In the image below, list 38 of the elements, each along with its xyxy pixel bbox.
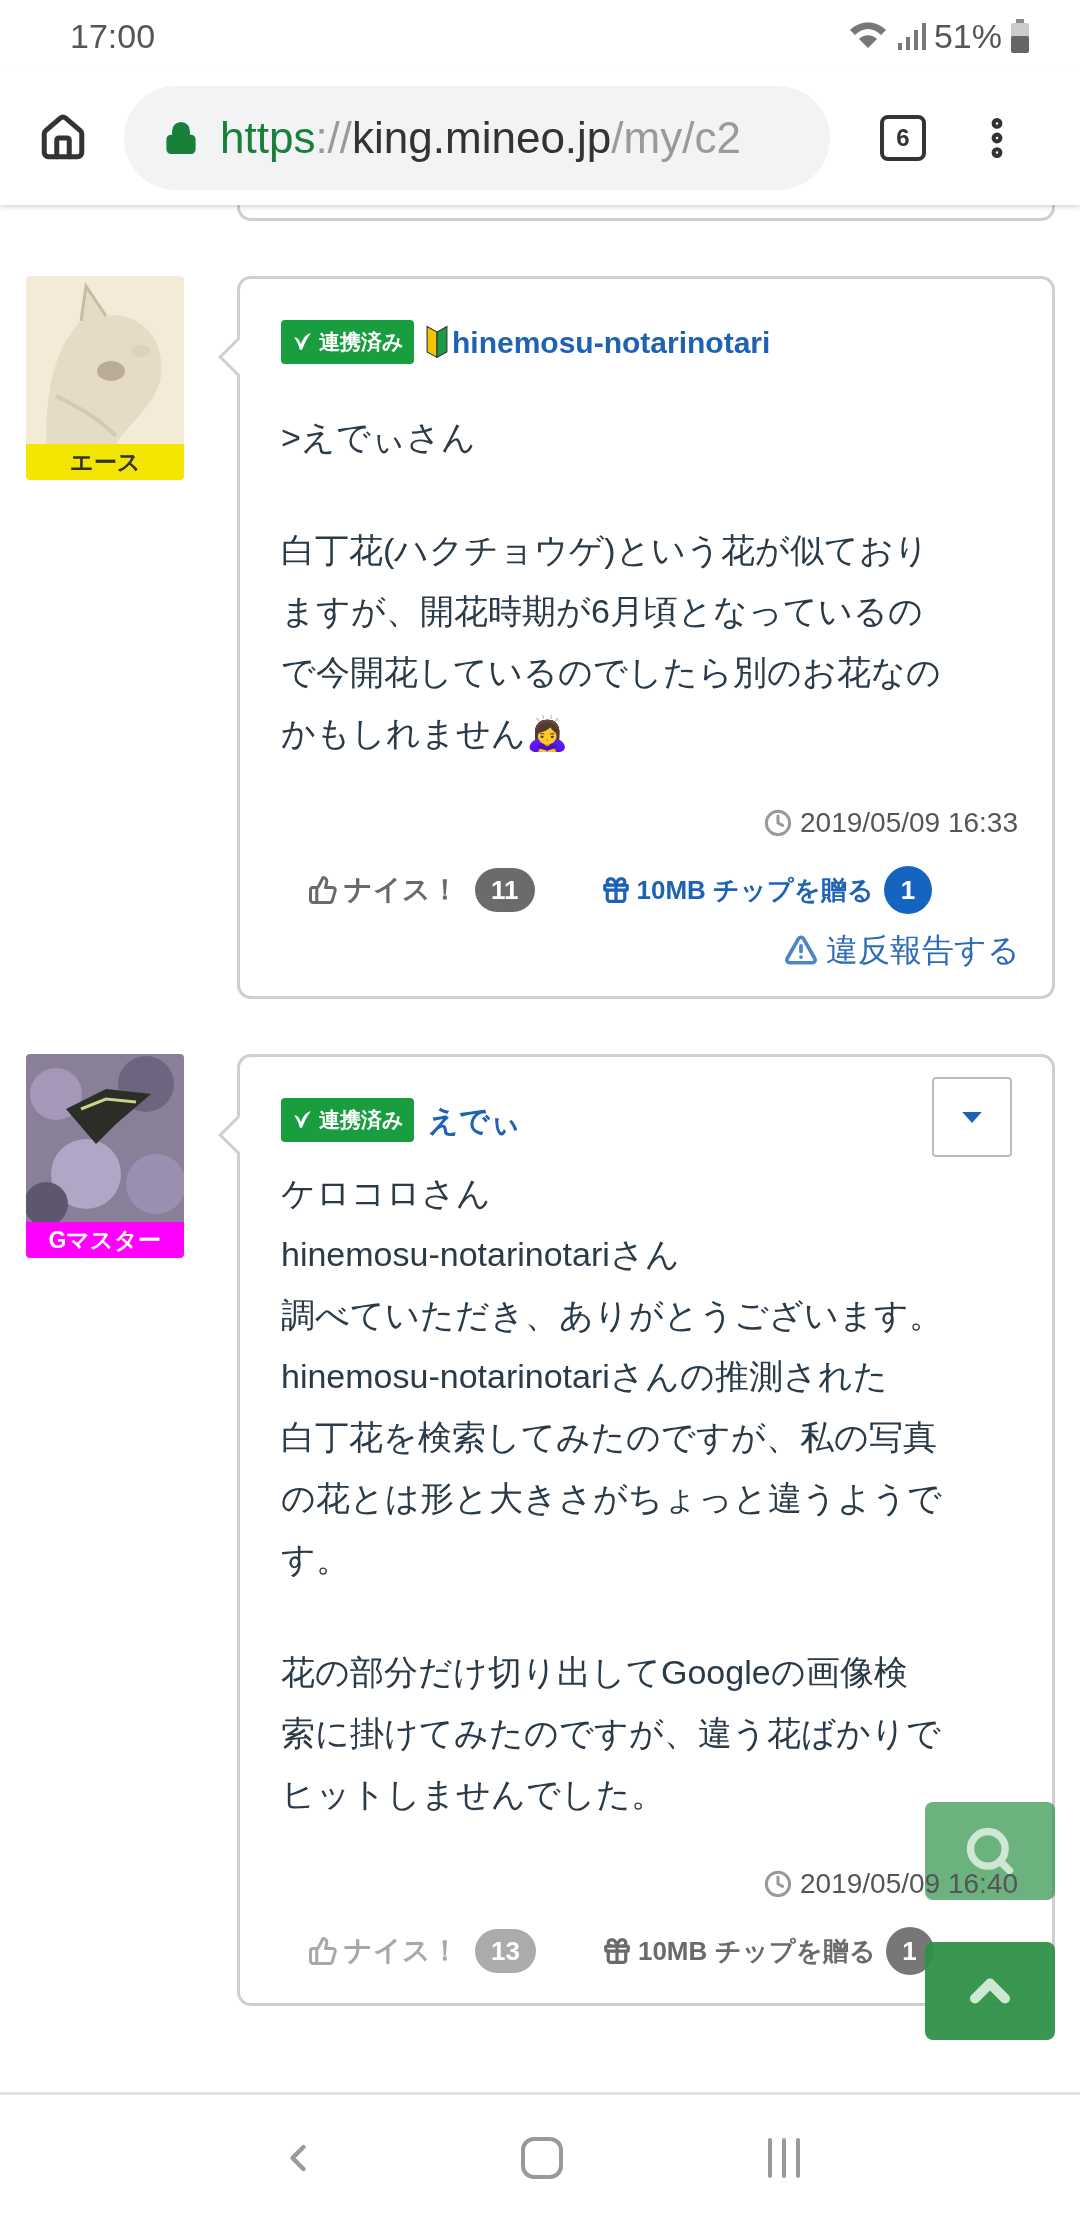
signal-icon [895, 21, 926, 51]
tip-count: 1 [885, 1927, 934, 1975]
thumbs-up-icon [308, 1936, 338, 1966]
comment-paragraph: ケロコロさん hinemosu-notarinotariさん 調べていただき、ありがとうございます。 hinemosu-notarinotariさんの推測された 白丁花を検索してみたのですが、私の写真 の花とは形と大きさがちょっと違うようで す。 [281, 1173, 944, 1580]
rank-badge: Gマスター [26, 1222, 184, 1258]
battery-percent: 51% [933, 15, 1002, 57]
battery-icon [1010, 19, 1030, 53]
tip-button[interactable]: 10MB チップを贈る [601, 1931, 876, 1971]
scroll-top-button[interactable] [925, 1942, 1055, 2040]
comment-paragraph: 花の部分だけ切り出してGoogleの画像検 索に掛けてみたのですが、違う花ばかりで ヒットしませんでした。 [281, 1652, 942, 1815]
comment-paragraph: >えでぃさん [281, 417, 477, 458]
caret-icon [961, 1110, 983, 1124]
nice-button[interactable]: ナイス！ [308, 869, 459, 911]
timestamp: 2019/05/09 16:33 [800, 806, 1018, 840]
tab-count-button[interactable]: 6 [880, 114, 926, 161]
warning-icon [784, 933, 818, 967]
address-bar[interactable]: https://king.mineo.jp/my/c2 [124, 85, 830, 190]
gift-icon [600, 875, 631, 905]
url-text: https://king.mineo.jp/my/c2 [220, 111, 741, 164]
tip-count: 1 [884, 866, 933, 914]
author-link[interactable]: hinemosu-notarinotari [452, 319, 771, 365]
tip-button[interactable]: 10MB チップを贈る [600, 870, 875, 910]
linked-badge: 連携済み [281, 320, 414, 364]
lock-icon [164, 120, 198, 155]
linked-badge: 連携済み [281, 1098, 414, 1142]
clock-time: 17:00 [70, 15, 156, 57]
rank-badge: エース [26, 444, 184, 480]
dropdown-button[interactable] [932, 1077, 1012, 1157]
author-link[interactable]: えでぃ [428, 1097, 521, 1143]
nice-count: 13 [475, 1929, 536, 1973]
comment-paragraph: 白丁花(ハクチョウゲ)という花が似ており ますが、開花時期が6月頃となっているの で今開花しているのでしたら別のお花なの かもしれません🙇‍♀ [281, 530, 942, 754]
thumbs-up-icon [308, 875, 338, 905]
clock-icon [764, 1870, 792, 1898]
clock-icon [764, 809, 792, 837]
home-button-icon[interactable] [520, 2135, 564, 2180]
nice-count: 11 [475, 868, 535, 912]
report-link[interactable]: 違反報告する [784, 926, 1020, 974]
gift-icon [601, 1936, 632, 1966]
